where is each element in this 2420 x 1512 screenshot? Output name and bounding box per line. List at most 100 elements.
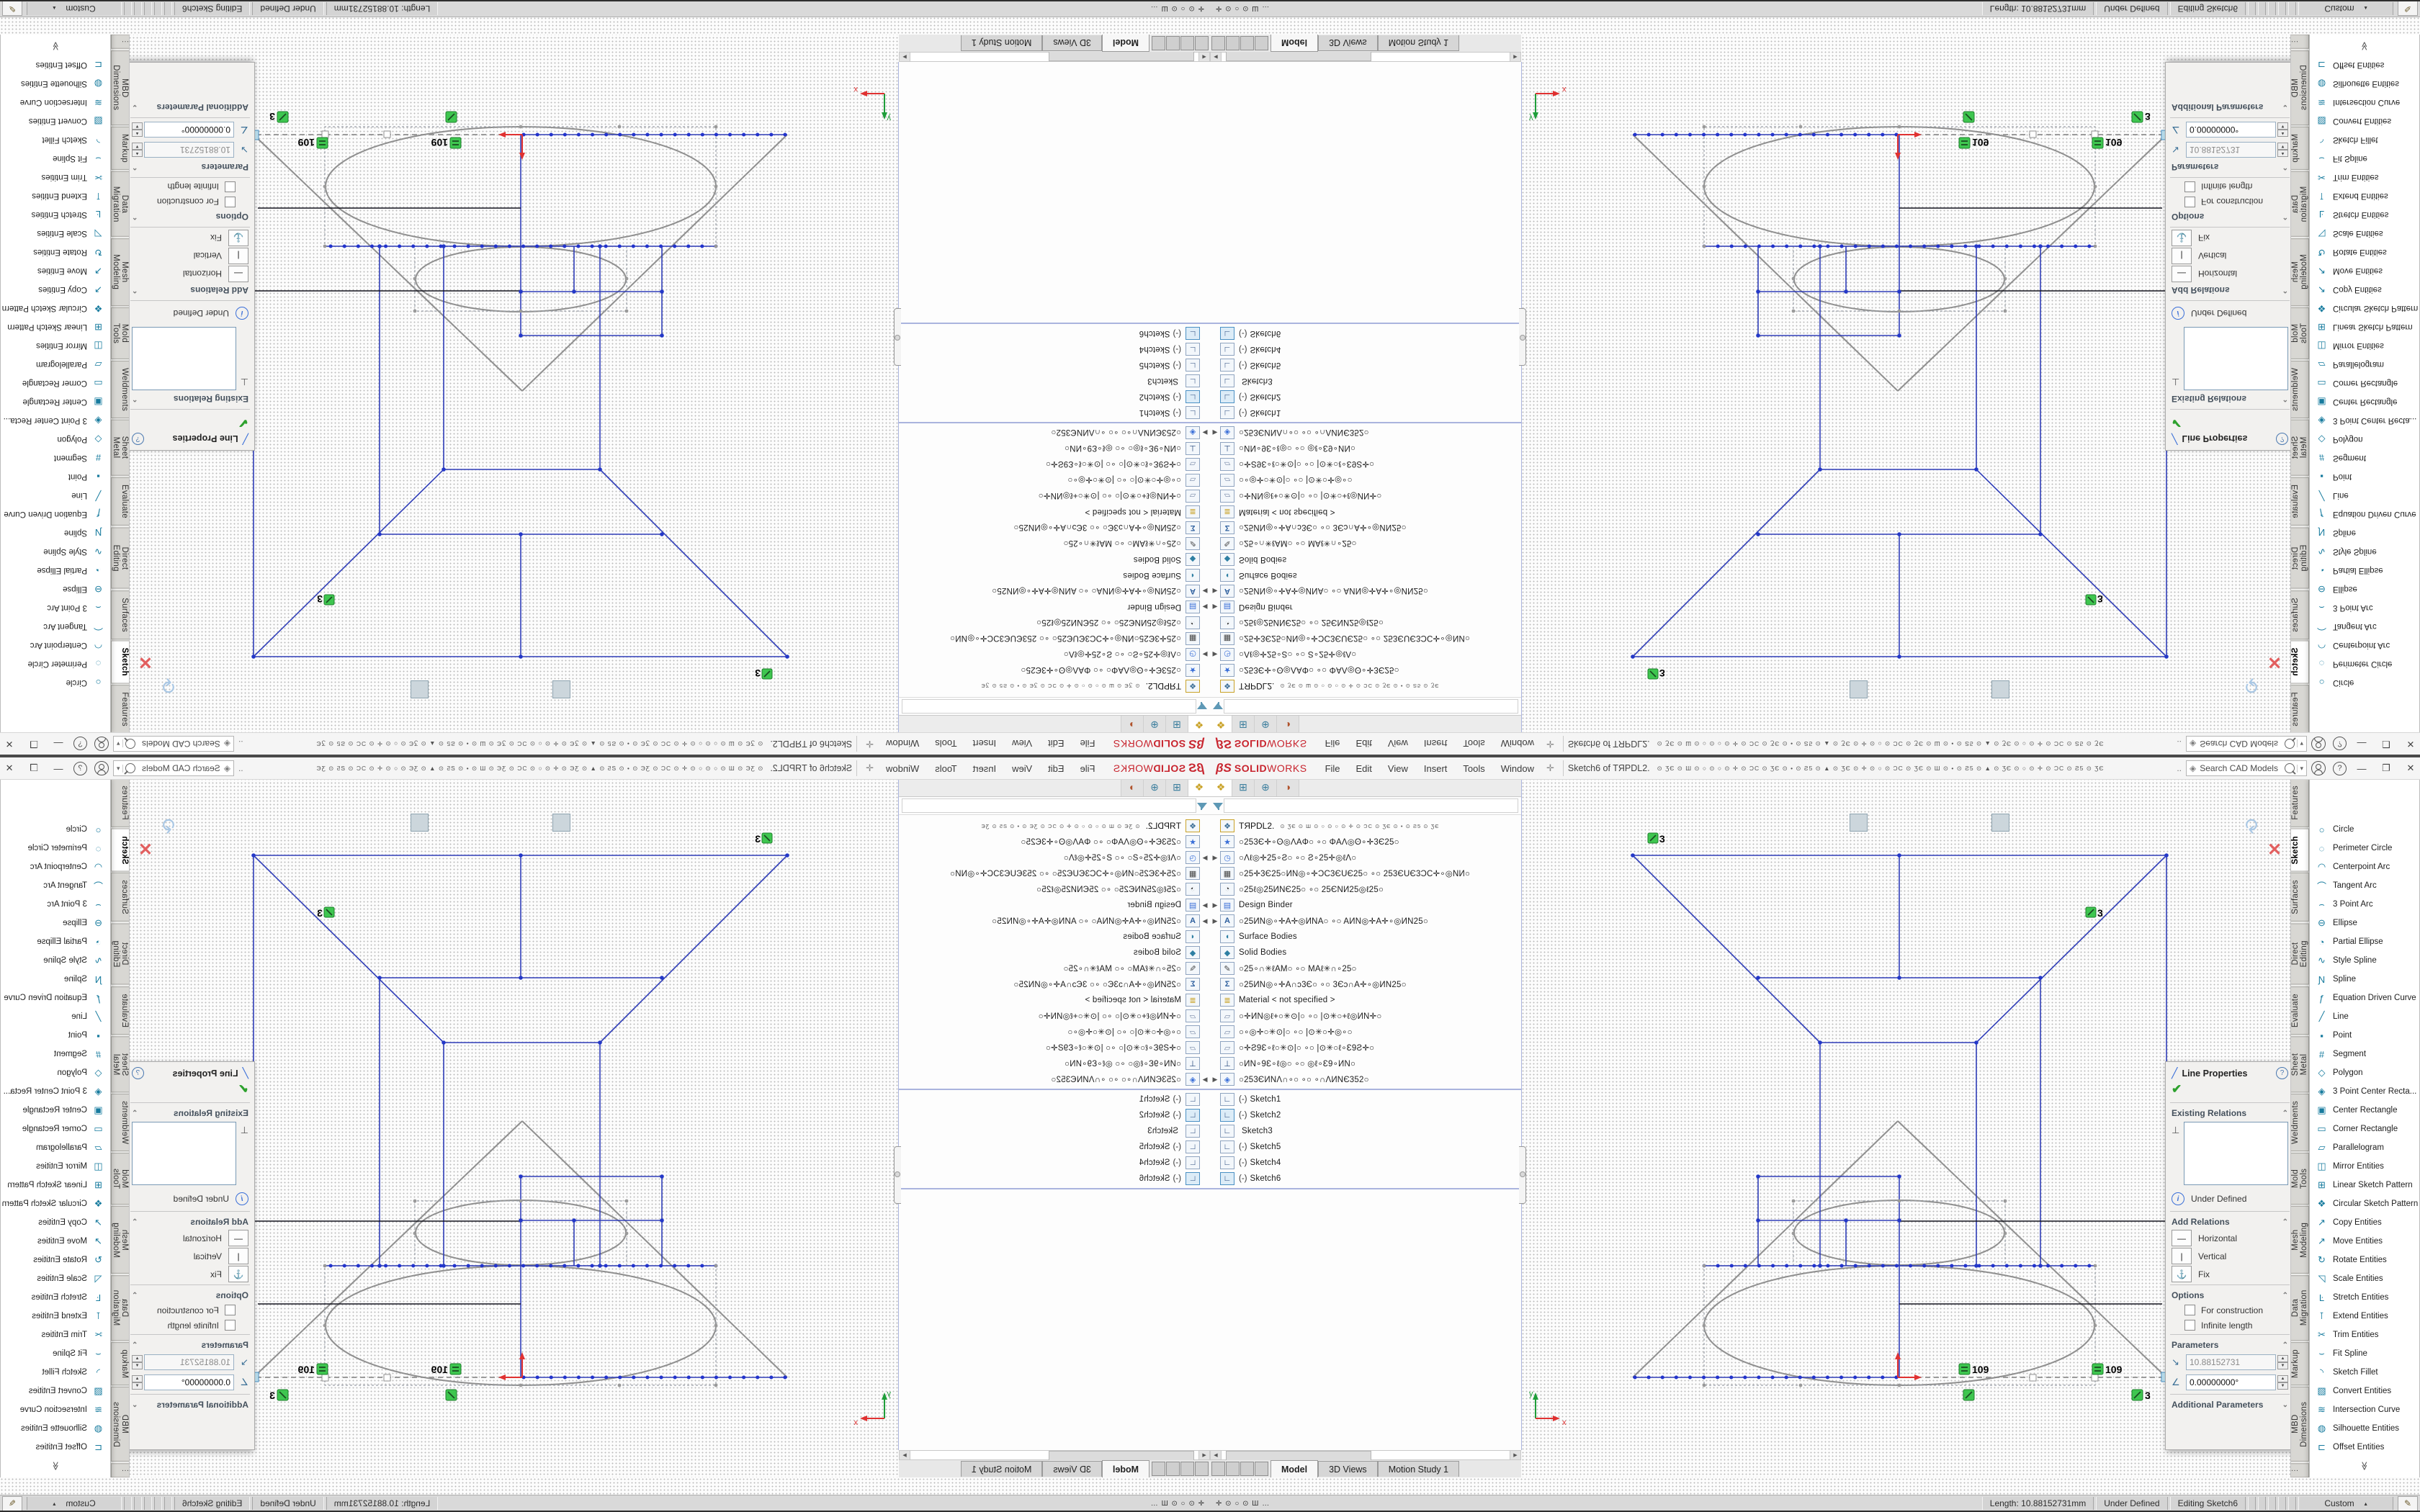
scrollbar-thumb[interactable] xyxy=(1226,51,1371,61)
model-tab[interactable]: Motion Study 1 xyxy=(1378,1461,1459,1477)
flyout-menu-item[interactable]: ▣ Center Rectangle xyxy=(1,1101,110,1120)
chevron-up-icon[interactable]: ⌃ xyxy=(132,163,138,171)
flyout-menu-item[interactable]: ○ Circle xyxy=(2310,820,2419,839)
flyout-menu-item[interactable]: ◇ Polygon xyxy=(1,1063,110,1082)
ok-check-button[interactable]: ✔ xyxy=(2166,1081,2294,1101)
panel-splitter-handle[interactable] xyxy=(894,1146,901,1204)
flyout-menu-item[interactable]: ≋ Intersection Curve xyxy=(1,93,110,112)
flyout-menu-item[interactable]: ƒ Equation Driven Curve xyxy=(2310,505,2419,523)
search-box[interactable]: ◈ Search CAD Models ▾ xyxy=(2186,760,2307,776)
more-tools-chevron[interactable]: ≫ xyxy=(2360,1459,2370,1473)
view-toolbar-icon[interactable] xyxy=(1831,681,1847,698)
status-display-mode[interactable]: Custom ▴ xyxy=(27,1497,122,1510)
flyout-menu-item[interactable]: ◹ Scale Entities xyxy=(2310,224,2419,243)
relation-button[interactable]: ⚓ xyxy=(2172,230,2192,246)
tree-item[interactable]: ✎ ○25∘∩✳ℓAΜ○ ∘○ ΜAℓ✳∩∘25○ xyxy=(1210,536,1521,552)
flyout-menu-item[interactable]: ◍ Silhouette Entities xyxy=(1,1419,110,1438)
exit-sketch-icon[interactable]: ⟳ xyxy=(2239,677,2263,694)
options-section[interactable]: Options ⌃ xyxy=(2166,210,2294,225)
sketch-tree-item[interactable]: ∟ (-) Sketch5 xyxy=(899,1139,1210,1155)
flyout-menu-item[interactable]: ◇ Polygon xyxy=(1,430,110,449)
view-toolbar-icon[interactable] xyxy=(732,814,748,831)
flyout-menu-item[interactable]: ⊞ Linear Sketch Pattern xyxy=(1,318,110,336)
view-toolbar-icon[interactable] xyxy=(345,681,362,698)
commandmanager-tab[interactable]: MBD Dimensions xyxy=(111,1387,129,1462)
view-toolbar-icon[interactable] xyxy=(1954,814,1971,831)
commandmanager-tab[interactable]: Surfaces xyxy=(2291,590,2309,639)
view-toolbar-icon[interactable] xyxy=(1973,681,1989,698)
flyout-menu-item[interactable]: ✂ Trim Entities xyxy=(2310,1326,2419,1344)
sketch-tree-item[interactable]: ∟ (-) Sketch2 xyxy=(1210,1107,1521,1123)
view-toolbar-icon[interactable] xyxy=(807,814,823,831)
view-toolbar-icon[interactable] xyxy=(872,681,889,698)
commandmanager-tab[interactable]: Direct Editing xyxy=(111,923,129,984)
commandmanager-tab[interactable]: Mesh Modeling xyxy=(2291,1206,2309,1274)
relation-button[interactable]: — xyxy=(228,266,248,282)
view-toolbar-icon[interactable] xyxy=(1850,680,1868,698)
view-toolbar-icon[interactable] xyxy=(1578,681,1595,698)
tab-nav-button[interactable] xyxy=(1255,36,1268,50)
tab-nav-button[interactable] xyxy=(1226,1462,1240,1476)
tree-item[interactable]: ▱ ○✛ИN◎ℓ+○✳⊙|○ ∘○ |⊙✳○+ℓ◎ИN✛○ xyxy=(899,1008,1210,1024)
flyout-menu-item[interactable]: ↻ Rotate Entities xyxy=(1,1251,110,1269)
view-toolbar-icon[interactable] xyxy=(1935,681,1952,698)
account-icon[interactable] xyxy=(94,761,109,775)
search-box[interactable]: ◈ Search CAD Models ▾ xyxy=(113,760,234,776)
view-toolbar-icon[interactable] xyxy=(524,681,532,698)
account-icon[interactable] xyxy=(2311,737,2326,751)
view-toolbar-icon[interactable] xyxy=(657,814,673,831)
tab-nav-button[interactable] xyxy=(1166,36,1180,50)
commandmanager-tab[interactable]: Sheet Metal xyxy=(2291,1036,2309,1092)
model-tab[interactable]: 3D Views xyxy=(1318,35,1378,51)
flyout-menu-item[interactable]: ↗ Copy Entities xyxy=(1,280,110,299)
pin-icon[interactable]: ✛ xyxy=(1546,762,1554,774)
view-toolbar-icon[interactable] xyxy=(449,681,466,698)
flyout-menu-item[interactable]: ❖ Circular Sketch Pattern xyxy=(2310,1194,2419,1213)
flyout-menu-item[interactable]: ❖ Circular Sketch Pattern xyxy=(2310,299,2419,318)
view-toolbar-icon[interactable] xyxy=(2012,814,2028,831)
tree-item[interactable]: ◆ Solid Bodies xyxy=(899,945,1210,960)
commandmanager-tab[interactable]: Mold Tools xyxy=(2291,1153,2309,1205)
filter-input[interactable] xyxy=(902,798,1196,813)
menu-item[interactable]: Insert xyxy=(1416,757,1456,779)
sketch-tree-item[interactable]: ∟ (-) Sketch2 xyxy=(899,1107,1210,1123)
exit-sketch-icon[interactable]: ⟳ xyxy=(158,677,182,694)
panel-tab[interactable]: ❖ xyxy=(1188,778,1210,796)
tree-item[interactable]: Σ ○25ИN◎∘✛A∩ɔ3Є○ ∘○ 3Єɔ∩A✛∘◎ИN25○ xyxy=(899,976,1210,992)
tree-root-item[interactable]: ❖ TЯPDL2. ⊙ ƷЄ ⊙ Ш ⊙ ○ ⊙ ○ ⊙ ✛ ⊙ ƆC ⊙ ƷЄ… xyxy=(1210,678,1521,694)
model-tab[interactable]: 3D Views xyxy=(1318,1461,1378,1477)
flyout-menu-item[interactable]: ◠ Centerpoint Arc xyxy=(2310,636,2419,654)
sketch-tree-item[interactable]: ∟ Sketch3 xyxy=(899,373,1210,389)
tree-item[interactable]: ▶ ◷ ○Λℓ◎✛25∘Ƨ○ ∘○ Ƨ∘25✛◎ℓΛ○ xyxy=(899,850,1210,865)
flyout-menu-item[interactable]: ◔ Partial Ellipse xyxy=(1,932,110,951)
checkbox[interactable] xyxy=(2184,1305,2195,1315)
flyout-menu-item[interactable]: ƒ Equation Driven Curve xyxy=(2310,989,2419,1007)
commandmanager-tab[interactable]: Mesh Modeling xyxy=(111,1206,129,1274)
commandmanager-tab[interactable]: Direct Editing xyxy=(2291,527,2309,588)
relation-button[interactable]: — xyxy=(2172,1230,2192,1246)
panel-splitter-handle[interactable] xyxy=(1519,308,1526,366)
flyout-menu-item[interactable]: ◫ Mirror Entities xyxy=(1,1157,110,1176)
options-section[interactable]: Options ⌃ xyxy=(2166,1287,2294,1302)
tree-item[interactable]: ≣ Material < not specified > xyxy=(1210,504,1521,520)
flyout-menu-item[interactable]: ↻ Rotate Entities xyxy=(1,243,110,261)
flyout-menu-item[interactable]: ▪ Point xyxy=(1,467,110,486)
flyout-menu-item[interactable]: ▧ Convert Entities xyxy=(1,1382,110,1400)
view-toolbar-icon[interactable] xyxy=(468,681,485,698)
view-toolbar-icon[interactable] xyxy=(1747,681,1763,698)
tree-item[interactable]: ★ ○253Є✛∘ʘ◎ΛAΦ○ ∘○ ΦAΛ◎ʘ∘✛3Є25○ xyxy=(899,662,1210,678)
commandmanager-tab[interactable]: ⋮ xyxy=(111,1463,129,1477)
status-display-mode[interactable]: Custom ▴ xyxy=(27,2,122,15)
tab-nav-button[interactable] xyxy=(1180,1462,1194,1476)
flyout-menu-item[interactable]: ↗ Copy Entities xyxy=(2310,1213,2419,1232)
view-toolbar-icon[interactable] xyxy=(872,814,889,831)
minimize-button[interactable]: — xyxy=(49,739,68,750)
commandmanager-tab[interactable]: Features xyxy=(2291,685,2309,734)
relation-button[interactable]: | xyxy=(2172,1248,2192,1264)
view-toolbar-icon[interactable] xyxy=(2058,681,2075,698)
commandmanager-tab[interactable]: Sheet Metal xyxy=(2291,420,2309,476)
flyout-menu-item[interactable]: ◝ Sketch Fillet xyxy=(2310,1363,2419,1382)
commandmanager-tab[interactable]: Data Migration xyxy=(2291,1275,2309,1341)
flyout-menu-item[interactable]: ╱ Line xyxy=(2310,486,2419,505)
view-toolbar-icon[interactable] xyxy=(1559,681,1576,698)
